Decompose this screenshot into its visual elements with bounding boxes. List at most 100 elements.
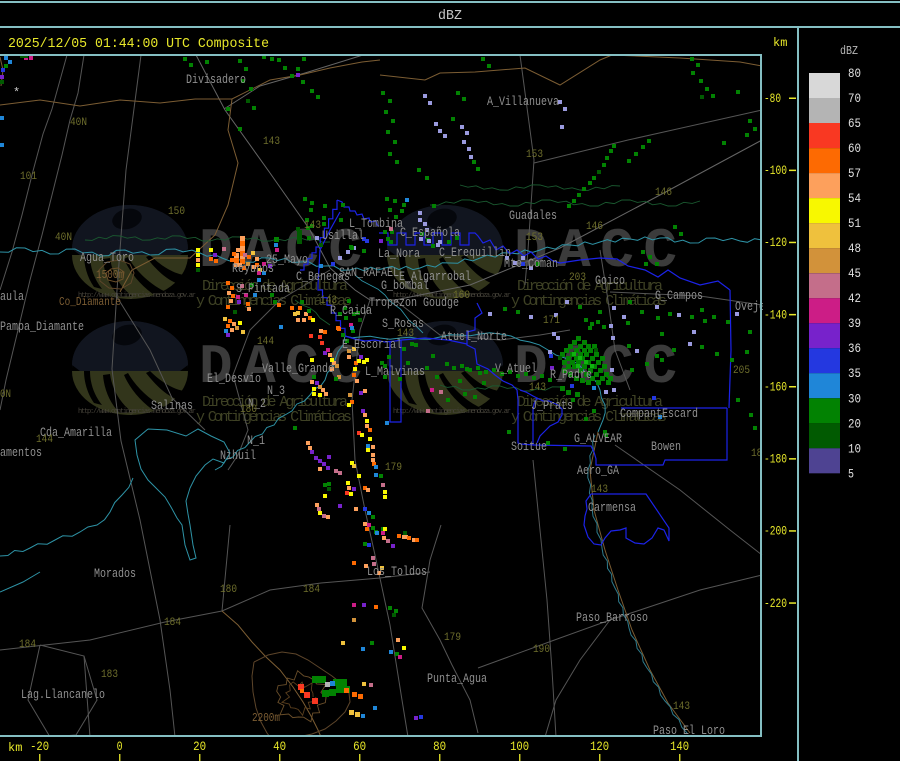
svg-text:-220: -220: [764, 597, 787, 611]
svg-text:Lag.Llancanelo: Lag.Llancanelo: [21, 688, 105, 702]
svg-text:Punta_Agua: Punta_Agua: [427, 672, 487, 686]
svg-text:2025/12/05 01:44:00 UTC Compos: 2025/12/05 01:44:00 UTC Composite: [8, 36, 269, 52]
svg-text:1500m: 1500m: [96, 268, 124, 282]
svg-text:2200m: 2200m: [252, 711, 280, 725]
svg-text:40: 40: [273, 740, 286, 754]
svg-text:40N: 40N: [70, 117, 87, 129]
svg-text:-160: -160: [764, 381, 787, 395]
svg-text:153: 153: [526, 149, 543, 161]
svg-text:km: km: [773, 36, 787, 50]
svg-text:La_Nora: La_Nora: [378, 247, 420, 261]
svg-text:amentos: amentos: [0, 446, 42, 460]
svg-text:184: 184: [164, 617, 181, 629]
svg-text:Goico: Goico: [595, 274, 625, 288]
svg-text:143: 143: [529, 382, 546, 394]
svg-text:20: 20: [193, 740, 206, 754]
svg-text:-20: -20: [30, 740, 49, 754]
svg-text:179: 179: [444, 632, 461, 644]
svg-text:N_1: N_1: [247, 434, 265, 448]
svg-text:140: 140: [670, 740, 689, 754]
svg-text:40N: 40N: [55, 232, 72, 244]
svg-text:171: 171: [543, 315, 560, 327]
svg-text:Soitue: Soitue: [511, 440, 547, 454]
svg-text:57: 57: [848, 167, 861, 181]
svg-text:km: km: [8, 741, 22, 755]
svg-text:45: 45: [848, 267, 861, 281]
svg-text:144: 144: [257, 336, 274, 348]
svg-text:144: 144: [36, 434, 53, 446]
svg-text:143: 143: [397, 328, 414, 340]
svg-text:N_3: N_3: [267, 384, 285, 398]
svg-text:0: 0: [117, 740, 123, 754]
svg-text:180: 180: [220, 584, 237, 596]
svg-text:J_Prats: J_Prats: [531, 399, 573, 413]
svg-text:143: 143: [320, 295, 337, 307]
svg-text:143: 143: [304, 220, 321, 232]
svg-text:S_Pintada: S_Pintada: [236, 282, 290, 296]
svg-text:Pampa_Diamante: Pampa_Diamante: [0, 320, 84, 334]
svg-text:Atuel_Norte: Atuel_Norte: [441, 330, 507, 344]
svg-text:Agua_Toro: Agua_Toro: [80, 251, 134, 265]
svg-text:G_ALVEAR: G_ALVEAR: [574, 432, 622, 446]
svg-text:V_Atuel: V_Atuel: [495, 362, 537, 376]
svg-text:70: 70: [848, 92, 861, 106]
svg-text:51: 51: [848, 217, 861, 231]
svg-text:-180: -180: [764, 453, 787, 467]
svg-text:80: 80: [433, 740, 446, 754]
svg-text:Co_Diamante: Co_Diamante: [59, 295, 121, 309]
svg-text:Nihuil: Nihuil: [220, 449, 256, 463]
svg-text:Los_Toldos: Los_Toldos: [367, 565, 427, 579]
svg-text:146: 146: [586, 221, 603, 233]
svg-text:E_Escorial: E_Escorial: [342, 338, 402, 352]
svg-text:-200: -200: [764, 525, 787, 539]
svg-text:143: 143: [591, 484, 608, 496]
svg-text:160: 160: [453, 290, 470, 302]
svg-text:El_Desvio: El_Desvio: [207, 372, 261, 386]
svg-text:G_Campos: G_Campos: [655, 289, 703, 303]
svg-text:G_bombal: G_bombal: [381, 279, 429, 293]
svg-text:190: 190: [533, 644, 550, 656]
svg-text:C_Española: C_Española: [400, 226, 460, 240]
svg-text:0N: 0N: [0, 389, 11, 401]
svg-text:146: 146: [655, 187, 672, 199]
svg-text:Carmensa: Carmensa: [588, 501, 636, 515]
svg-text:*: *: [13, 86, 20, 100]
svg-text:C_Erequillin: C_Erequillin: [439, 246, 511, 260]
svg-text:183: 183: [101, 669, 118, 681]
svg-text:y Contingencias Climáticas: y Contingencias Climáticas: [196, 409, 352, 426]
svg-text:10: 10: [848, 442, 861, 456]
svg-text:R_Padre: R_Padre: [550, 368, 592, 382]
svg-text:153: 153: [526, 232, 543, 244]
svg-text:Paso_Barroso: Paso_Barroso: [576, 611, 648, 625]
svg-text:25_Mayo: 25_Mayo: [266, 253, 308, 267]
svg-text:-120: -120: [764, 236, 787, 250]
svg-text:39: 39: [848, 317, 861, 331]
svg-text:54: 54: [848, 192, 861, 206]
svg-text:150: 150: [168, 206, 185, 218]
svg-text:Divisadero: Divisadero: [186, 73, 246, 87]
svg-text:35: 35: [848, 367, 861, 381]
svg-text:42: 42: [848, 292, 861, 306]
svg-text:Aero_GA: Aero_GA: [577, 464, 619, 478]
svg-text:dBZ: dBZ: [438, 9, 462, 24]
svg-text:CompantEscard: CompantEscard: [620, 407, 698, 421]
svg-text:143: 143: [673, 701, 690, 713]
svg-text:Mte_Coman: Mte_Coman: [504, 257, 558, 271]
svg-text:143: 143: [263, 136, 280, 148]
svg-text:48: 48: [848, 242, 861, 256]
svg-text:dBZ: dBZ: [840, 45, 858, 58]
svg-text:184: 184: [19, 639, 36, 651]
svg-text:C_Benegas: C_Benegas: [296, 270, 350, 284]
svg-text:65: 65: [848, 117, 861, 131]
svg-text:203: 203: [569, 272, 586, 284]
svg-text:Guadales: Guadales: [509, 209, 557, 223]
svg-text:aula: aula: [0, 290, 24, 304]
svg-text:80: 80: [848, 67, 861, 81]
svg-text:5: 5: [848, 467, 854, 481]
svg-text:A_Villanueva: A_Villanueva: [487, 95, 559, 109]
svg-text:180: 180: [240, 404, 257, 416]
svg-text:60: 60: [353, 740, 366, 754]
svg-text:20: 20: [848, 417, 861, 431]
svg-text:-140: -140: [764, 308, 787, 322]
svg-text:Valle_Grande: Valle_Grande: [262, 362, 334, 376]
